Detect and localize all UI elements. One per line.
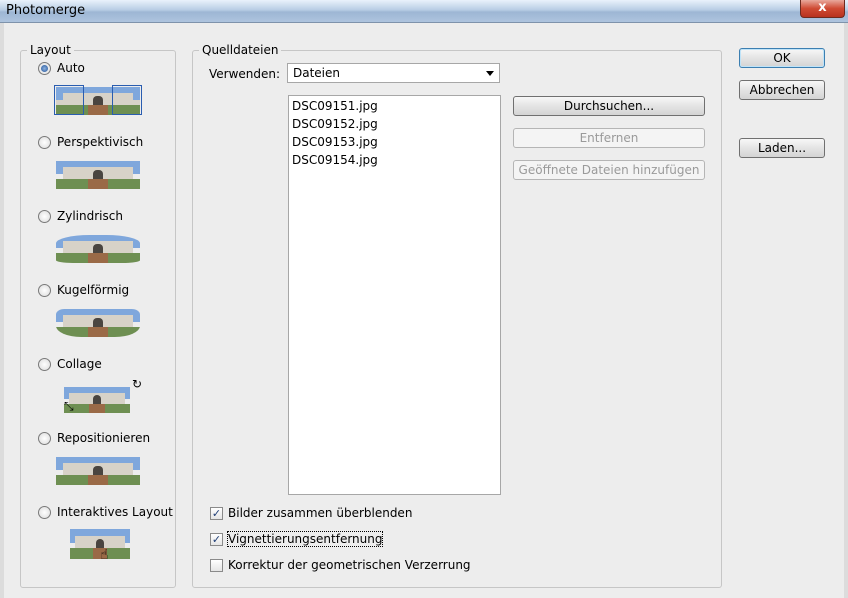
radio-repositionieren[interactable]: Repositionieren [38, 431, 150, 445]
radio-label: Collage [57, 357, 102, 371]
radio-label: Zylindrisch [57, 209, 123, 223]
ok-button[interactable]: OK [739, 48, 825, 68]
thumbnail-interaktives-layout: ☝ [54, 525, 142, 563]
close-button[interactable]: x [800, 0, 845, 18]
use-label: Verwenden: [209, 67, 281, 81]
rotate-icon: ↻ [132, 377, 143, 391]
checkbox-blend[interactable]: ✓ Bilder zusammen überblenden [210, 506, 412, 520]
use-select[interactable]: Dateien [287, 63, 500, 83]
thumbnail-zylindrisch [54, 229, 142, 267]
cancel-button[interactable]: Abbrechen [739, 80, 825, 100]
radio-label: Perspektivisch [57, 135, 144, 149]
browse-button[interactable]: Durchsuchen... [513, 96, 705, 116]
radio-label: Auto [57, 61, 85, 75]
radio-label: Kugelförmig [57, 283, 130, 297]
list-item[interactable]: DSC09154.jpg [292, 153, 378, 167]
dialog-body: Layout Auto Perspektivisch Zylindrisch K… [4, 23, 844, 598]
layout-legend: Layout [30, 43, 71, 57]
radio-selected-icon [38, 61, 51, 75]
use-select-value: Dateien [293, 66, 341, 80]
checkmark-icon: ✓ [210, 506, 223, 520]
radio-zylindrisch[interactable]: Zylindrisch [38, 209, 123, 223]
selection-frame-icon [112, 85, 142, 115]
list-item[interactable]: DSC09152.jpg [292, 117, 378, 131]
load-button[interactable]: Laden... [739, 138, 825, 158]
radio-kugelfoermig[interactable]: Kugelförmig [38, 283, 129, 297]
radio-perspektivisch[interactable]: Perspektivisch [38, 135, 143, 149]
radio-collage[interactable]: Collage [38, 357, 102, 371]
list-item[interactable]: DSC09151.jpg [292, 99, 378, 113]
thumbnail-collage: ↻ ⤡ [54, 377, 142, 415]
radio-label: Interaktives Layout [57, 505, 173, 519]
radio-auto[interactable]: Auto [38, 61, 85, 75]
thumbnail-kugelfoermig [54, 303, 142, 341]
checkbox-label: Bilder zusammen überblenden [228, 506, 413, 520]
checkbox-geometric[interactable]: Korrektur der geometrischen Verzerrung [210, 558, 471, 572]
checkbox-vignette[interactable]: ✓ Vignettierungsentfernung [210, 531, 384, 547]
checkbox-label: Vignettierungsentfernung [226, 531, 384, 547]
file-list[interactable]: DSC09151.jpg DSC09152.jpg DSC09153.jpg D… [288, 95, 501, 495]
scale-icon: ⤡ [64, 399, 74, 413]
source-legend: Quelldateien [202, 43, 279, 57]
add-open-files-button[interactable]: Geöffnete Dateien hinzufügen [513, 160, 705, 180]
close-icon: x [818, 0, 827, 15]
radio-interaktives-layout[interactable]: Interaktives Layout [38, 505, 173, 519]
checkbox-label: Korrektur der geometrischen Verzerrung [228, 558, 471, 572]
window-title: Photomerge [6, 3, 86, 18]
checkmark-icon: ✓ [210, 532, 223, 546]
checkbox-empty-icon [210, 558, 223, 572]
title-bar: Photomerge x [0, 0, 848, 23]
list-item[interactable]: DSC09153.jpg [292, 135, 378, 149]
chevron-down-icon [486, 71, 494, 76]
thumbnail-repositionieren [54, 451, 142, 489]
thumbnail-auto [54, 81, 142, 119]
thumbnail-perspektivisch [54, 155, 142, 193]
hand-cursor-icon: ☝ [100, 547, 109, 563]
radio-label: Repositionieren [57, 431, 151, 445]
remove-button[interactable]: Entfernen [513, 128, 705, 148]
photomerge-dialog: Photomerge x Layout Auto Perspektivisch … [0, 0, 848, 598]
selection-frame-icon [54, 85, 84, 115]
